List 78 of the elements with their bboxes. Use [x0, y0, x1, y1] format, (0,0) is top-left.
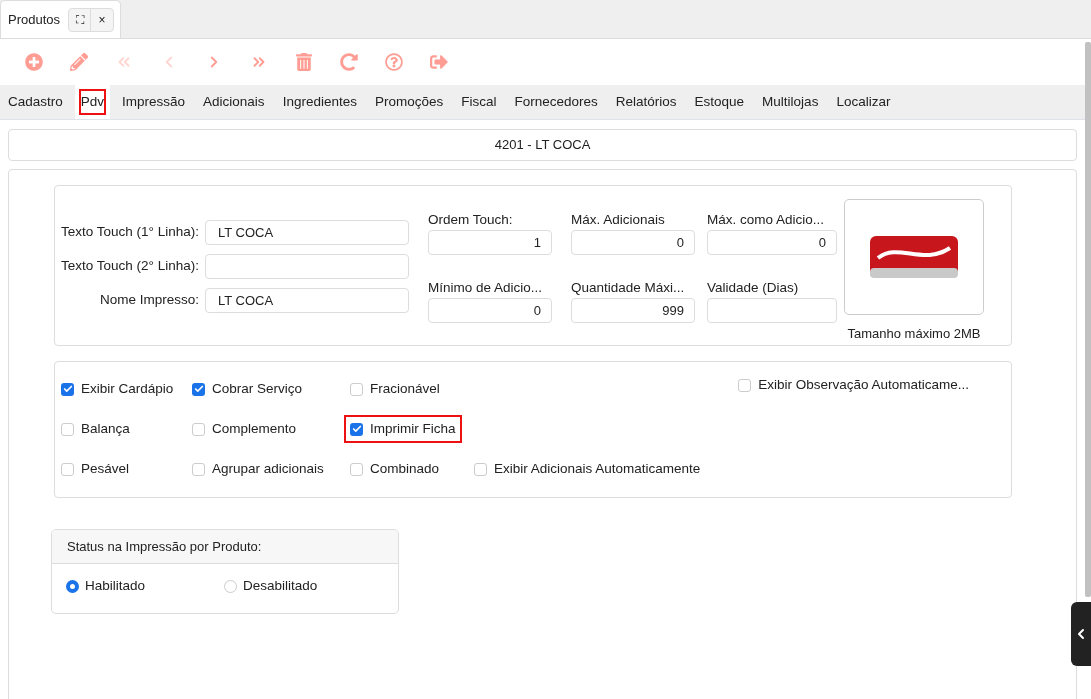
field-label: Nome Impresso:	[98, 291, 200, 310]
tab[interactable]: Multilojas	[756, 85, 825, 119]
text-field[interactable]	[205, 254, 409, 279]
field-label: Máx. Adicionais	[571, 211, 666, 229]
text-field[interactable]: LT COCA	[205, 288, 409, 313]
window-title: Produtos	[8, 10, 61, 29]
number-field[interactable]: 0	[571, 230, 695, 255]
checkbox-option[interactable]: Combinado	[344, 455, 446, 483]
window-tab[interactable]: Produtos ⛶ ×	[0, 0, 122, 38]
tab[interactable]: Impressão	[116, 85, 192, 119]
text-field[interactable]: LT COCA	[205, 220, 409, 245]
checkbox-label: Complemento	[212, 419, 297, 438]
checkbox-option[interactable]: Pesável	[55, 455, 136, 483]
field-label: Ordem Touch:	[428, 211, 514, 229]
checkbox-label: Balança	[81, 419, 130, 438]
checkbox[interactable]	[192, 462, 205, 476]
checkbox[interactable]	[474, 462, 487, 476]
checkbox-label: Cobrar Serviço	[212, 379, 303, 398]
close-button[interactable]: ×	[91, 8, 114, 31]
number-field[interactable]	[707, 297, 837, 323]
checkbox[interactable]	[192, 422, 205, 436]
tab[interactable]: Localizar	[830, 85, 897, 119]
checkbox-label: Exibir Adicionais Automaticamente	[494, 459, 701, 478]
checkbox-option[interactable]: Balança	[55, 415, 136, 443]
radio-option[interactable]: Habilitado	[66, 576, 224, 597]
radio-label: Desabilitado	[243, 577, 318, 595]
tab[interactable]: Relatórios	[609, 85, 683, 119]
scrollbar[interactable]	[1085, 42, 1091, 597]
field-label: Quantidade Máxi...	[571, 278, 686, 297]
checkbox-label: Exibir Observação Automaticame...	[758, 375, 969, 394]
field-label: Mínimo de Adicio...	[428, 278, 544, 297]
radio-option[interactable]: Desabilitado	[224, 576, 382, 597]
radio-button[interactable]	[66, 579, 79, 593]
checkbox-label: Agrupar adicionais	[212, 459, 324, 478]
number-field[interactable]: 0	[707, 230, 837, 255]
tab[interactable]: Pdv	[74, 85, 111, 119]
checkbox-option[interactable]: Exibir Cardápio	[55, 375, 180, 403]
maximize-button[interactable]: ⛶	[69, 8, 92, 31]
checkbox[interactable]	[350, 462, 363, 476]
field-label: Validade (Dias)	[707, 278, 800, 297]
checkbox[interactable]	[192, 382, 205, 396]
radio-label: Habilitado	[85, 577, 146, 595]
field-label: Texto Touch (2° Linha):	[60, 257, 200, 276]
number-field[interactable]: 0	[428, 297, 552, 323]
side-panel-toggle[interactable]	[1071, 602, 1091, 666]
checkbox[interactable]	[61, 382, 74, 396]
field-label: Máx. como Adicio...	[707, 211, 826, 229]
checkbox-option[interactable]: Complemento	[186, 415, 303, 443]
checkbox-label: Combinado	[370, 459, 440, 478]
checkbox-option[interactable]: Imprimir Ficha	[344, 415, 462, 443]
checkbox-option[interactable]: Cobrar Serviço	[186, 375, 309, 403]
panel-title: Status na Impressão por Produto:	[67, 537, 262, 556]
checkbox-option[interactable]: Exibir Observação Automaticame...	[732, 371, 975, 399]
checkbox-label: Imprimir Ficha	[370, 419, 456, 438]
checkbox-label: Pesável	[81, 459, 130, 478]
number-field[interactable]: 1	[428, 230, 552, 255]
checkbox-label: Exibir Cardápio	[81, 379, 174, 398]
number-field[interactable]: 999	[571, 297, 695, 323]
tab[interactable]: Fiscal	[455, 85, 503, 119]
tab[interactable]: Fornecedores	[508, 85, 604, 119]
field-label: Texto Touch (1° Linha):	[60, 223, 200, 242]
tab[interactable]: Estoque	[688, 85, 751, 119]
checkbox[interactable]	[61, 422, 74, 436]
image-size-note: Tamanho máximo 2MB	[847, 325, 981, 343]
checkbox-option[interactable]: Agrupar adicionais	[186, 455, 330, 483]
tab[interactable]: Promoções	[368, 85, 450, 119]
checkbox-option[interactable]: Fracionável	[344, 375, 446, 403]
tab[interactable]: Adicionais	[197, 85, 271, 119]
checkbox-option[interactable]: Exibir Adicionais Automaticamente	[468, 455, 707, 483]
tab[interactable]: Cadastro	[2, 85, 69, 119]
checkbox[interactable]	[738, 378, 752, 392]
record-title-bar: 4201 - LT COCA	[8, 129, 1077, 161]
checkbox[interactable]	[350, 422, 363, 436]
tab[interactable]: Ingredientes	[276, 85, 363, 119]
checkbox-label: Fracionável	[370, 379, 440, 398]
checkbox[interactable]	[61, 462, 74, 476]
checkbox[interactable]	[350, 382, 363, 396]
image-frame[interactable]	[844, 199, 984, 315]
